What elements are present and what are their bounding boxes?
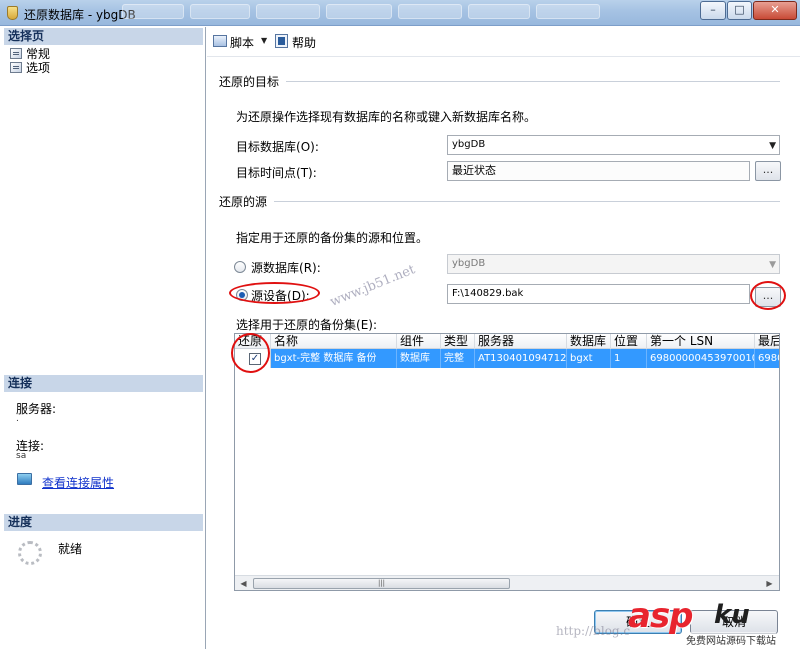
server-cell: AT1304010947127 [475,349,567,368]
scroll-left-icon[interactable]: ◀ [237,577,250,590]
connection-value: sa [16,451,27,461]
table-row[interactable]: ✓ bgxt-完整 数据库 备份 数据库 完整 AT1304010947127 … [235,349,779,368]
background-taskbar-tab [326,4,392,19]
background-taskbar-tab [256,4,320,19]
column-header-position[interactable]: 位置 [611,334,647,349]
target-time-browse-button[interactable]: ... [755,161,781,181]
grid-header: 还原 名称 组件 类型 服务器 数据库 位置 第一个 LSN 最后 [235,334,779,349]
type-cell: 完整 [441,349,475,368]
server-value: . [16,414,19,424]
background-taskbar-tab [468,4,530,19]
column-header-server[interactable]: 服务器 [475,334,567,349]
database-cell: bgxt [567,349,611,368]
minimize-button[interactable]: – [700,1,726,20]
annotation-ellipse-device [229,282,320,304]
source-description: 指定用于还原的备份集的源和位置。 [236,231,429,245]
watermark-text: www.jb51.net [328,262,418,310]
window-title: 还原数据库 - ybgDB [24,8,136,22]
pages-header: 选择页 [4,28,203,45]
position-cell: 1 [611,349,647,368]
target-time-field: 最近状态 [447,161,750,181]
name-cell: bgxt-完整 数据库 备份 [271,349,397,368]
progress-spinner-icon [18,541,42,565]
target-group-title: 还原的目标 [219,75,280,89]
backup-sets-grid[interactable]: 还原 名称 组件 类型 服务器 数据库 位置 第一个 LSN 最后 ✓ bgxt… [234,333,780,591]
from-device-field[interactable]: F:\140829.bak [447,284,750,304]
column-header-last[interactable]: 最后 [755,334,779,349]
help-button[interactable]: 帮助 [292,34,316,51]
page-item-label: 常规 [26,47,51,61]
component-cell: 数据库 [397,349,441,368]
script-dropdown-arrow-icon[interactable]: ▼ [261,36,267,45]
source-group-title: 还原的源 [219,195,268,209]
script-button[interactable]: 脚本 [230,34,254,51]
logo-subtitle: 免费网站源码下载站 [686,632,776,647]
scrollbar-thumb[interactable]: ||| [253,578,510,589]
database-icon [7,6,18,20]
left-pane: 选择页 常规 选项 连接 服务器: . 连接: sa 进度 就绪 [0,27,206,649]
page-item-label: 选项 [26,61,51,75]
chevron-down-icon: ▼ [769,260,776,270]
annotation-ellipse-browse [750,281,786,310]
group-divider [274,201,780,202]
watermark-url: http://blog.c [556,624,631,638]
target-description: 为还原操作选择现有数据库的名称或键入新数据库名称。 [236,110,537,124]
column-header-type[interactable]: 类型 [441,334,475,349]
horizontal-scrollbar[interactable]: ◀ ||| ▶ [235,575,779,590]
from-database-value: ybgDB [452,258,486,269]
from-database-radio[interactable] [234,261,246,273]
target-time-label: 目标时间点(T): [236,166,317,180]
logo-secondary-text: ku [714,600,750,630]
last-cell: 6980 [758,353,779,364]
target-db-label: 目标数据库(O): [236,140,319,154]
maximize-button[interactable]: □ [727,1,752,20]
column-header-component[interactable]: 组件 [397,334,441,349]
connection-header: 连接 [4,375,203,392]
background-taskbar-tab [122,4,184,19]
column-header-database[interactable]: 数据库 [567,334,611,349]
progress-header: 进度 [4,514,203,531]
background-taskbar-tab [536,4,600,19]
column-header-name[interactable]: 名称 [271,334,397,349]
page-item-options[interactable]: 选项 [10,61,50,75]
group-divider [286,81,780,82]
title-bar: 还原数据库 - ybgDB – □ ✕ [0,0,800,26]
annotation-ellipse-restore [231,333,270,373]
help-icon [275,34,288,48]
page-icon [10,48,22,59]
logo-main-text: asp [628,596,694,636]
target-db-value: ybgDB [452,139,486,150]
chevron-down-icon: ▼ [769,141,776,151]
scroll-right-icon[interactable]: ▶ [763,577,776,590]
first-lsn-cell: 698000004539700103 [647,349,755,368]
site-logo: asp ku 免费网站源码下载站 [628,596,798,648]
page-item-general[interactable]: 常规 [10,47,50,61]
backup-sets-label: 选择用于还原的备份集(E): [236,318,378,332]
server-label: 服务器: [16,402,57,416]
view-connection-properties-link[interactable]: 查看连接属性 [42,474,114,491]
from-database-label: 源数据库(R): [251,261,321,275]
column-header-first-lsn[interactable]: 第一个 LSN [647,334,755,349]
background-taskbar-tab [190,4,250,19]
page-icon [10,62,22,73]
script-icon [213,35,227,47]
target-db-combo[interactable]: ybgDB ▼ [447,135,780,155]
connection-properties-icon [17,473,32,485]
background-taskbar-tab [398,4,462,19]
progress-status: 就绪 [58,542,83,556]
toolbar: 脚本 ▼ 帮助 [207,27,800,57]
close-button[interactable]: ✕ [753,1,797,20]
from-database-combo: ybgDB ▼ [447,254,780,274]
